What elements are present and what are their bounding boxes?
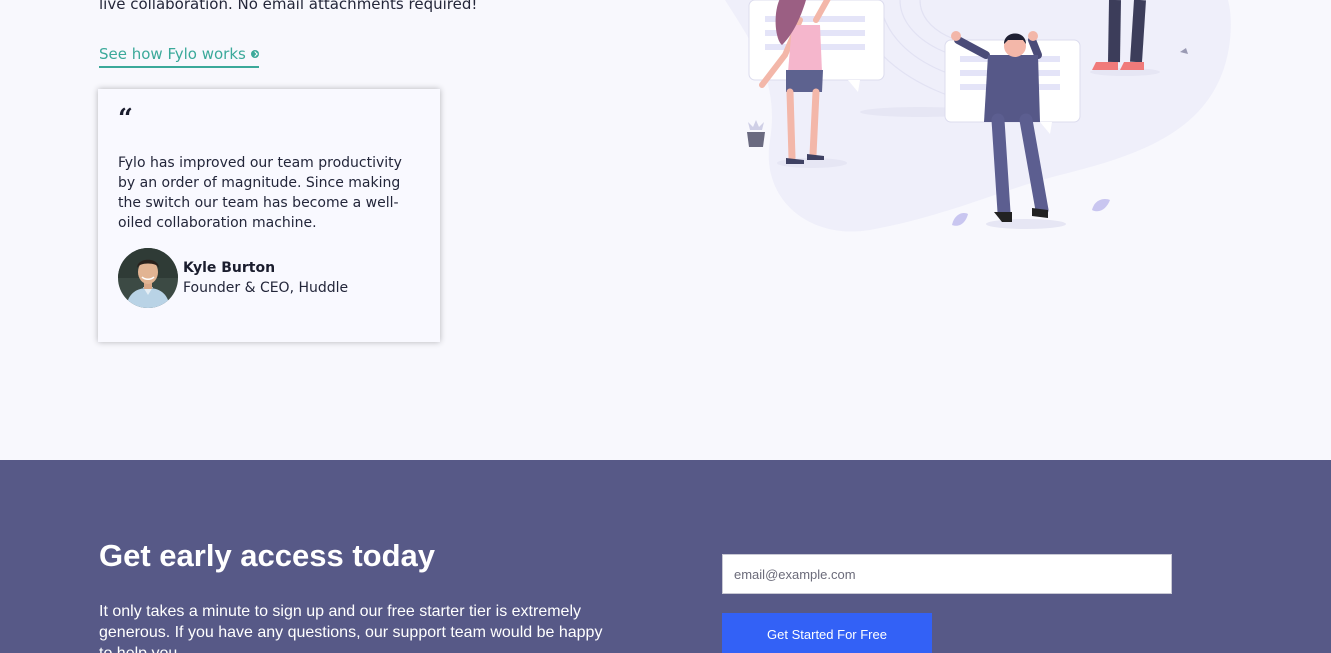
get-started-button[interactable]: Get Started For Free xyxy=(722,613,932,653)
see-how-link-label: See how Fylo works xyxy=(99,45,246,63)
avatar xyxy=(118,248,178,308)
author-title: Founder & CEO, Huddle xyxy=(183,280,349,296)
testimonial-author: Kyle Burton Founder & CEO, Huddle xyxy=(118,248,420,308)
early-access-section: Get early access today It only takes a m… xyxy=(0,460,1331,653)
intro-text: live collaboration. No email attachments… xyxy=(99,0,478,13)
cta-title: Get early access today xyxy=(99,538,436,573)
cta-description: It only takes a minute to sign up and ou… xyxy=(99,603,603,653)
see-how-fylo-works-link[interactable]: See how Fylo works xyxy=(99,45,259,68)
testimonial-card: “ Fylo has improved our team productivit… xyxy=(98,89,440,342)
email-input[interactable] xyxy=(722,554,1172,594)
quote-icon: “ xyxy=(118,104,133,134)
testimonial-quote: Fylo has improved our team productivity … xyxy=(118,155,402,231)
team-collaboration-illustration xyxy=(720,0,1240,240)
arrow-circle-icon xyxy=(250,50,259,58)
author-name: Kyle Burton xyxy=(183,260,276,276)
